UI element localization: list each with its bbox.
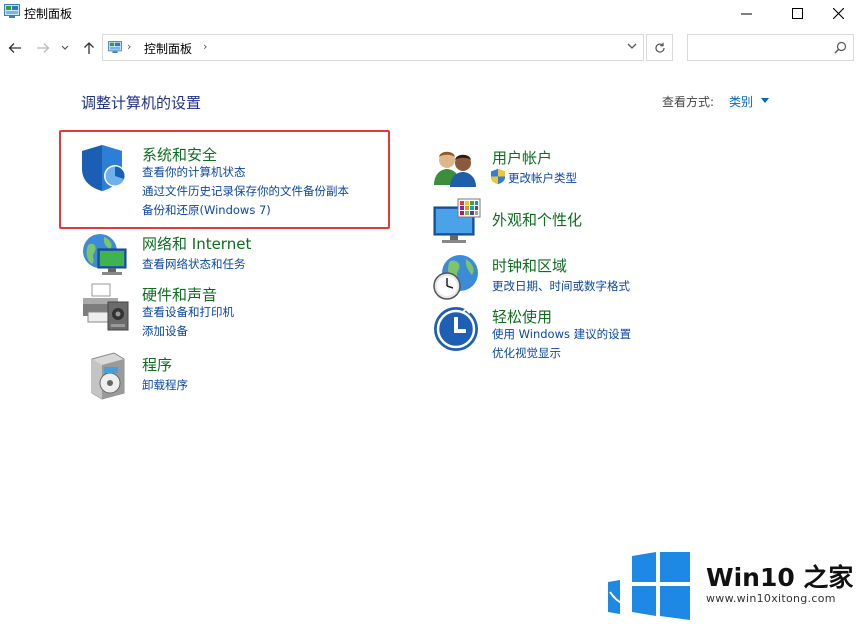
refresh-button[interactable] xyxy=(646,34,673,61)
up-arrow-icon xyxy=(84,42,94,54)
category-system-security[interactable]: 系统和安全 xyxy=(142,144,217,165)
close-button[interactable] xyxy=(815,0,861,26)
minimize-icon xyxy=(740,13,752,14)
breadcrumb-separator[interactable]: › xyxy=(203,40,207,53)
chevron-down-icon[interactable] xyxy=(627,42,637,50)
programs-icon[interactable] xyxy=(84,351,134,401)
back-button[interactable] xyxy=(5,38,25,58)
category-programs[interactable]: 程序 xyxy=(142,354,172,375)
printer-icon[interactable] xyxy=(80,282,130,332)
breadcrumb-control-panel[interactable]: 控制面板 xyxy=(144,40,192,57)
breadcrumb-separator[interactable]: › xyxy=(127,40,131,53)
link-add-device[interactable]: 添加设备 xyxy=(142,323,188,339)
ease-of-access-icon[interactable] xyxy=(432,305,482,355)
category-user-accounts[interactable]: 用户帐户 xyxy=(492,147,552,168)
recent-dropdown-icon xyxy=(61,45,69,50)
view-by-label: 查看方式: xyxy=(662,95,715,109)
view-by-dropdown[interactable]: 类别 xyxy=(729,93,753,110)
maximize-icon xyxy=(791,7,803,19)
recent-locations-button[interactable] xyxy=(58,38,72,58)
display-icon[interactable] xyxy=(432,197,482,247)
globe-network-icon[interactable] xyxy=(80,231,130,281)
users-icon[interactable] xyxy=(432,145,482,195)
forward-arrow-icon xyxy=(37,43,50,53)
maximize-button[interactable] xyxy=(774,0,820,26)
watermark-url: www.win10xitong.com xyxy=(706,592,836,605)
link-optimize-visual-display[interactable]: 优化视觉显示 xyxy=(492,345,561,361)
watermark-brand: Win10 之家 xyxy=(706,563,854,592)
link-network-status[interactable]: 查看网络状态和任务 xyxy=(142,256,246,272)
link-change-date-time-format[interactable]: 更改日期、时间或数字格式 xyxy=(492,278,630,294)
close-icon xyxy=(832,7,844,19)
link-view-computer-status[interactable]: 查看你的计算机状态 xyxy=(142,164,246,180)
minimize-button[interactable] xyxy=(723,0,769,26)
link-uninstall-program[interactable]: 卸载程序 xyxy=(142,377,188,393)
page-title: 调整计算机的设置 xyxy=(81,94,202,112)
address-bar[interactable]: › 控制面板 › xyxy=(102,34,644,61)
title-bar: 控制面板 xyxy=(0,0,861,26)
category-appearance-personalization[interactable]: 外观和个性化 xyxy=(492,209,582,230)
link-change-account-type[interactable]: 更改帐户类型 xyxy=(508,170,577,186)
window-title: 控制面板 xyxy=(24,7,73,21)
forward-button[interactable] xyxy=(33,38,53,58)
category-network-internet[interactable]: 网络和 Internet xyxy=(142,233,251,254)
search-input[interactable] xyxy=(687,34,854,61)
control-panel-icon xyxy=(108,41,122,53)
category-ease-of-access[interactable]: 轻松使用 xyxy=(492,306,552,327)
control-panel-icon xyxy=(4,4,20,18)
category-hardware-sound[interactable]: 硬件和声音 xyxy=(142,284,217,305)
windows-logo-icon xyxy=(608,552,690,620)
up-button[interactable] xyxy=(79,38,99,58)
category-clock-region[interactable]: 时钟和区域 xyxy=(492,255,567,276)
link-file-history[interactable]: 通过文件历史记录保存你的文件备份副本 xyxy=(142,183,349,199)
link-devices-printers[interactable]: 查看设备和打印机 xyxy=(142,304,234,320)
link-backup-restore[interactable]: 备份和还原(Windows 7) xyxy=(142,202,271,218)
refresh-icon xyxy=(654,42,665,53)
back-arrow-icon xyxy=(8,43,21,53)
link-windows-recommended-settings[interactable]: 使用 Windows 建议的设置 xyxy=(492,326,631,342)
clock-globe-icon[interactable] xyxy=(432,253,482,303)
chevron-down-icon[interactable] xyxy=(761,98,769,103)
uac-shield-icon xyxy=(491,169,505,184)
shield-icon[interactable] xyxy=(80,143,130,193)
search-icon[interactable] xyxy=(834,41,847,54)
